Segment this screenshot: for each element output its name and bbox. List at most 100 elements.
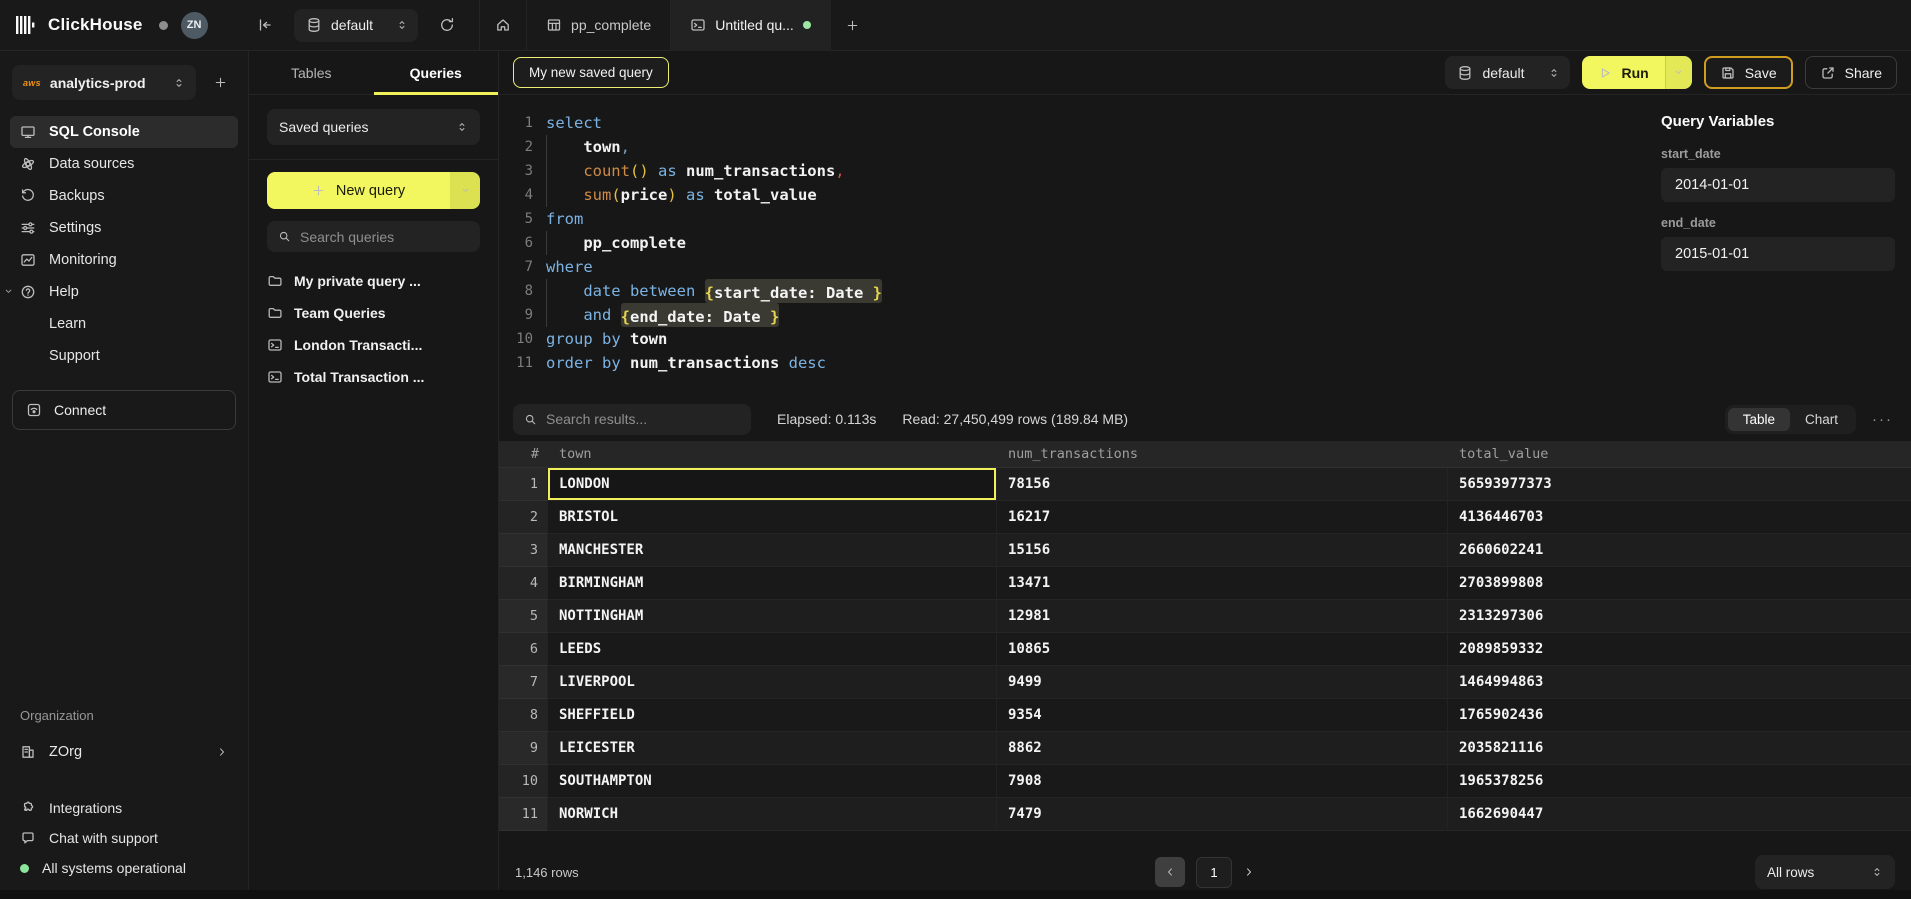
row-number[interactable]: 9 — [499, 732, 548, 765]
row-number[interactable]: 2 — [499, 501, 548, 534]
run-options-dropdown[interactable] — [1665, 56, 1692, 89]
cell-total_value[interactable]: 2313297306 — [1448, 600, 1911, 633]
sidebar-item-data-sources[interactable]: Data sources — [10, 148, 238, 180]
saved-query-item[interactable]: Team Queries — [267, 297, 480, 329]
saved-query-item[interactable]: My private query ... — [267, 265, 480, 297]
saved-queries-filter[interactable]: Saved queries — [267, 109, 480, 145]
column-header-num[interactable]: # — [499, 441, 548, 468]
cell-town[interactable]: NOTTINGHAM — [548, 600, 997, 633]
prev-page-button[interactable] — [1155, 857, 1185, 887]
row-number[interactable]: 8 — [499, 699, 548, 732]
column-header-town[interactable]: town — [548, 441, 997, 468]
top-bar-main: default pp_completeUntitled qu... — [249, 0, 1911, 50]
more-options-button[interactable]: ··· — [1872, 411, 1897, 428]
cell-town[interactable]: MANCHESTER — [548, 534, 997, 567]
sidebar-item-chat-with-support[interactable]: Chat with support — [10, 823, 238, 853]
cell-town[interactable]: BRISTOL — [548, 501, 997, 534]
refresh-button[interactable] — [431, 9, 463, 41]
save-button[interactable]: Save — [1704, 56, 1793, 89]
sidebar-item-monitoring[interactable]: Monitoring — [10, 244, 238, 276]
cell-total_value[interactable]: 2660602241 — [1448, 534, 1911, 567]
cell-num_transactions[interactable]: 7908 — [997, 765, 1448, 798]
run-button[interactable]: Run — [1582, 56, 1692, 89]
sidebar-item-support[interactable]: Support — [10, 340, 238, 372]
cell-town[interactable]: LEEDS — [548, 633, 997, 666]
cell-town[interactable]: BIRMINGHAM — [548, 567, 997, 600]
row-number[interactable]: 5 — [499, 600, 548, 633]
cell-town[interactable]: LONDON — [548, 468, 997, 501]
new-query-dropdown[interactable] — [450, 172, 480, 209]
collapse-sidebar-button[interactable] — [249, 9, 281, 41]
current-page[interactable]: 1 — [1196, 857, 1232, 888]
page-size-selector[interactable]: All rows — [1755, 855, 1895, 889]
sidebar-item-sql-console[interactable]: SQL Console — [10, 116, 238, 148]
sidebar-item-help[interactable]: Help — [10, 276, 238, 308]
sidebar-item-backups[interactable]: Backups — [10, 180, 238, 212]
share-button[interactable]: Share — [1805, 56, 1897, 89]
saved-query-item[interactable]: London Transacti... — [267, 329, 480, 361]
saved-query-tab[interactable]: My new saved query — [513, 57, 669, 88]
cell-total_value[interactable]: 56593977373 — [1448, 468, 1911, 501]
cell-town[interactable]: SOUTHAMPTON — [548, 765, 997, 798]
row-number[interactable]: 6 — [499, 633, 548, 666]
home-tab[interactable] — [480, 0, 527, 51]
sidebar-item-learn[interactable]: Learn — [10, 308, 238, 340]
column-header-num_transactions[interactable]: num_transactions — [997, 441, 1448, 468]
cell-num_transactions[interactable]: 78156 — [997, 468, 1448, 501]
tab-queries[interactable]: Queries — [374, 51, 499, 94]
search-results-input[interactable]: Search results... — [513, 404, 751, 435]
new-query-button[interactable]: New query — [267, 172, 480, 209]
cell-num_transactions[interactable]: 16217 — [997, 501, 1448, 534]
cell-num_transactions[interactable]: 15156 — [997, 534, 1448, 567]
new-tab-button[interactable] — [837, 9, 869, 41]
cell-num_transactions[interactable]: 9499 — [997, 666, 1448, 699]
variable-input-end_date[interactable]: 2015-01-01 — [1661, 237, 1895, 271]
cell-total_value[interactable]: 1662690447 — [1448, 798, 1911, 831]
organization-row[interactable]: ZOrg — [10, 735, 238, 769]
row-number[interactable]: 4 — [499, 567, 548, 600]
cell-total_value[interactable]: 1965378256 — [1448, 765, 1911, 798]
cell-town[interactable]: SHEFFIELD — [548, 699, 997, 732]
sidebar-item-settings[interactable]: Settings — [10, 212, 238, 244]
view-table-button[interactable]: Table — [1728, 408, 1790, 431]
cell-num_transactions[interactable]: 9354 — [997, 699, 1448, 732]
workspace-tab[interactable]: Untitled qu... — [671, 0, 831, 51]
cell-town[interactable]: LEICESTER — [548, 732, 997, 765]
saved-query-item[interactable]: Total Transaction ... — [267, 361, 480, 393]
cell-total_value[interactable]: 1765902436 — [1448, 699, 1911, 732]
run-database-selector[interactable]: default — [1445, 56, 1569, 89]
cell-town[interactable]: NORWICH — [548, 798, 997, 831]
row-number[interactable]: 3 — [499, 534, 548, 567]
row-number[interactable]: 7 — [499, 666, 548, 699]
sidebar-item-all-systems-operational[interactable]: All systems operational — [10, 853, 238, 883]
service-selector[interactable]: aws analytics-prod — [12, 65, 196, 100]
cell-total_value[interactable]: 2089859332 — [1448, 633, 1911, 666]
cell-total_value[interactable]: 1464994863 — [1448, 666, 1911, 699]
next-page-button[interactable] — [1243, 866, 1255, 878]
row-number[interactable]: 11 — [499, 798, 548, 831]
cell-total_value[interactable]: 2703899808 — [1448, 567, 1911, 600]
row-number[interactable]: 1 — [499, 468, 548, 501]
sql-editor[interactable]: 1select2town,3count() as num_transaction… — [499, 95, 1645, 397]
connect-button[interactable]: Connect — [12, 390, 236, 430]
workspace-tab[interactable]: pp_complete — [527, 0, 671, 51]
cell-town[interactable]: LIVERPOOL — [548, 666, 997, 699]
cell-num_transactions[interactable]: 8862 — [997, 732, 1448, 765]
cell-num_transactions[interactable]: 10865 — [997, 633, 1448, 666]
search-queries-input[interactable]: Search queries — [267, 221, 480, 252]
cell-num_transactions[interactable]: 7479 — [997, 798, 1448, 831]
add-service-button[interactable] — [204, 67, 236, 99]
cell-num_transactions[interactable]: 12981 — [997, 600, 1448, 633]
tab-tables[interactable]: Tables — [249, 51, 374, 94]
cell-total_value[interactable]: 4136446703 — [1448, 501, 1911, 534]
view-chart-button[interactable]: Chart — [1790, 408, 1853, 431]
variable-input-start_date[interactable]: 2014-01-01 — [1661, 168, 1895, 202]
sidebar-item-integrations[interactable]: Integrations — [10, 793, 238, 823]
column-header-total_value[interactable]: total_value — [1448, 441, 1911, 468]
cell-num_transactions[interactable]: 13471 — [997, 567, 1448, 600]
row-number[interactable]: 10 — [499, 765, 548, 798]
database-selector[interactable]: default — [294, 9, 418, 42]
avatar[interactable]: ZN — [181, 12, 208, 39]
cell-total_value[interactable]: 2035821116 — [1448, 732, 1911, 765]
code-line: 7where — [505, 255, 1645, 279]
